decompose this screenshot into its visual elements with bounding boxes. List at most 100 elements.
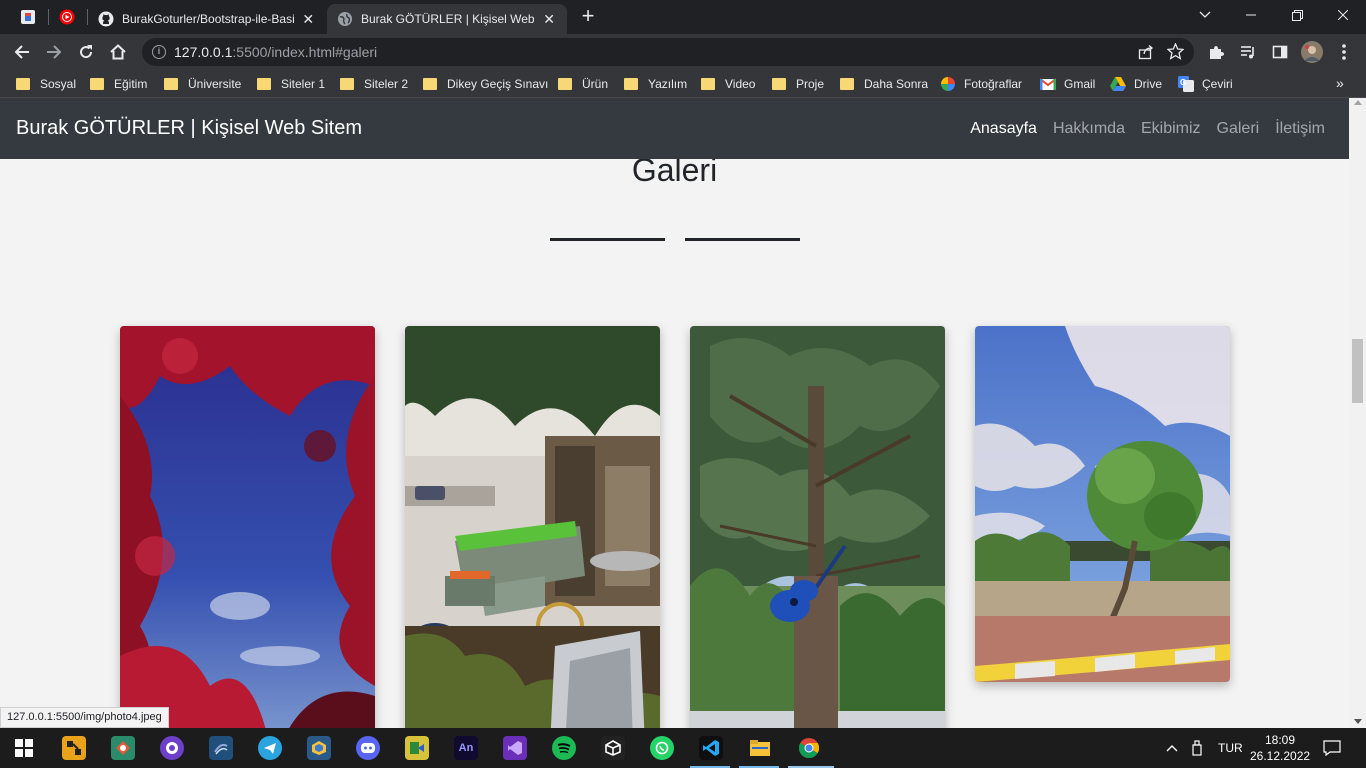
restore-icon bbox=[1291, 9, 1303, 21]
pinned-tab-1[interactable] bbox=[16, 6, 40, 28]
file-explorer-icon[interactable] bbox=[748, 736, 772, 760]
scroll-thumb[interactable] bbox=[1352, 339, 1363, 403]
back-button[interactable] bbox=[8, 38, 36, 66]
visual-studio-icon[interactable] bbox=[503, 736, 527, 760]
bookmark-fotograflar[interactable]: Fotoğraflar bbox=[940, 76, 1022, 92]
close-icon[interactable]: ✕ bbox=[301, 11, 317, 28]
bookmark-folder-egitim[interactable]: Eğitim bbox=[90, 76, 147, 92]
tab-github[interactable]: BurakGoturler/Bootstrap-ile-Basit-Kişise… bbox=[88, 4, 326, 34]
bookmark-gmail[interactable]: Gmail bbox=[1040, 76, 1095, 92]
notification-center-button[interactable] bbox=[1323, 728, 1341, 768]
svg-text:G: G bbox=[1180, 78, 1186, 87]
bookmarks-bar: Sosyal Eğitim Üniversite Siteler 1 Sitel… bbox=[0, 70, 1366, 98]
tab-search-button[interactable] bbox=[1182, 0, 1228, 30]
bookmark-folder-dikey-gecis[interactable]: Dikey Geçiş Sınavı bbox=[423, 76, 548, 92]
bookmark-folder-proje[interactable]: Proje bbox=[772, 76, 824, 92]
page-scrollbar[interactable] bbox=[1349, 98, 1366, 728]
profile-button[interactable] bbox=[1298, 38, 1326, 66]
chrome-icon[interactable] bbox=[797, 736, 821, 760]
visual-paradigm-icon[interactable] bbox=[62, 736, 86, 760]
bookmark-folder-sosyal[interactable]: Sosyal bbox=[16, 76, 76, 92]
new-tab-button[interactable]: + bbox=[576, 5, 600, 29]
tab-personal-site[interactable]: Burak GÖTÜRLER | Kişisel Web Sitem ✕ bbox=[327, 4, 567, 34]
taskbar-clock[interactable]: 18:09 26.12.2022 bbox=[1250, 732, 1310, 764]
gallery-photo-tree-sky[interactable] bbox=[975, 326, 1230, 682]
reload-button[interactable] bbox=[72, 38, 100, 66]
url-text: 127.0.0.1:5500/index.html#galeri bbox=[174, 44, 378, 60]
arrow-left-icon bbox=[14, 45, 29, 59]
pinned-tab-2[interactable] bbox=[55, 6, 79, 28]
media-control-button[interactable] bbox=[1234, 38, 1262, 66]
gallery-photo-pine-guitar[interactable] bbox=[690, 326, 945, 728]
folder-icon bbox=[164, 78, 178, 90]
spotify-icon[interactable] bbox=[552, 736, 576, 760]
winscp-icon[interactable] bbox=[405, 736, 429, 760]
address-bar[interactable]: i 127.0.0.1:5500/index.html#galeri bbox=[142, 38, 1194, 66]
folder-icon bbox=[340, 78, 354, 90]
unity-icon[interactable] bbox=[601, 736, 625, 760]
title-divider-left bbox=[550, 238, 665, 241]
tab-title: Burak GÖTÜRLER | Kişisel Web Sitem bbox=[361, 12, 535, 26]
tray-overflow-button[interactable] bbox=[1166, 728, 1178, 768]
site-brand[interactable]: Burak GÖTÜRLER | Kişisel Web Sitem bbox=[16, 117, 362, 140]
site-info-icon[interactable]: i bbox=[152, 45, 166, 59]
bookmark-ceviri[interactable]: G Çeviri bbox=[1178, 76, 1233, 92]
bookmark-folder-siteler-1[interactable]: Siteler 1 bbox=[257, 76, 325, 92]
more-vert-icon bbox=[1342, 44, 1346, 60]
bookmark-star-icon[interactable] bbox=[1166, 42, 1185, 65]
notification-icon bbox=[1323, 740, 1341, 756]
bookmark-folder-universite[interactable]: Üniversite bbox=[164, 76, 241, 92]
tab-title: BurakGoturler/Bootstrap-ile-Basit-Kişise… bbox=[122, 12, 295, 26]
scroll-up-arrow-icon[interactable] bbox=[1354, 100, 1362, 105]
gitkraken-icon[interactable] bbox=[111, 736, 135, 760]
bookmark-folder-urun[interactable]: Ürün bbox=[558, 76, 608, 92]
bookmark-drive[interactable]: Drive bbox=[1110, 76, 1162, 92]
close-window-button[interactable] bbox=[1320, 0, 1366, 30]
telegram-icon[interactable] bbox=[258, 736, 282, 760]
close-icon[interactable]: ✕ bbox=[541, 11, 557, 28]
extensions-button[interactable] bbox=[1202, 38, 1230, 66]
whatsapp-icon[interactable] bbox=[650, 736, 674, 760]
folder-icon bbox=[624, 78, 638, 90]
scroll-down-arrow-icon[interactable] bbox=[1354, 719, 1362, 724]
bookmark-folder-daha-sonra[interactable]: Daha Sonra bbox=[840, 76, 928, 92]
nav-link-iletisim[interactable]: İletişim bbox=[1275, 120, 1325, 138]
chevron-down-icon bbox=[1199, 11, 1211, 18]
nav-link-hakkimda[interactable]: Hakkımda bbox=[1053, 120, 1125, 138]
folder-icon bbox=[558, 78, 572, 90]
virtualbox-icon[interactable] bbox=[307, 736, 331, 760]
github-desktop-icon[interactable] bbox=[160, 736, 184, 760]
start-button[interactable] bbox=[12, 736, 36, 760]
bookmarks-overflow-button[interactable]: » bbox=[1336, 75, 1344, 91]
folder-icon bbox=[16, 78, 30, 90]
bookmark-folder-siteler-2[interactable]: Siteler 2 bbox=[340, 76, 408, 92]
animate-icon[interactable]: An bbox=[454, 736, 478, 760]
google-translate-icon: G bbox=[1178, 76, 1194, 92]
home-button[interactable] bbox=[104, 38, 132, 66]
gallery-photo-garden-cart[interactable] bbox=[405, 326, 660, 728]
forward-button[interactable] bbox=[40, 38, 68, 66]
nav-link-anasayfa[interactable]: Anasayfa bbox=[970, 120, 1037, 138]
folder-icon bbox=[840, 78, 854, 90]
minimize-button[interactable] bbox=[1228, 0, 1274, 30]
gallery-photo-red-leaves[interactable] bbox=[120, 326, 375, 728]
github-icon bbox=[98, 11, 114, 27]
chevron-up-icon bbox=[1166, 745, 1178, 752]
clock-time: 18:09 bbox=[1264, 733, 1296, 747]
globe-icon bbox=[337, 11, 353, 27]
restore-button[interactable] bbox=[1274, 0, 1320, 30]
vscode-icon[interactable] bbox=[699, 736, 723, 760]
clock-date: 26.12.2022 bbox=[1250, 749, 1311, 763]
sql-server-icon[interactable] bbox=[209, 736, 233, 760]
share-icon[interactable] bbox=[1138, 44, 1154, 65]
bookmark-folder-yazilim[interactable]: Yazılım bbox=[624, 76, 687, 92]
input-language-indicator[interactable]: TUR bbox=[1218, 728, 1243, 768]
side-panel-button[interactable] bbox=[1266, 38, 1294, 66]
arrow-right-icon bbox=[47, 45, 62, 59]
bookmark-folder-video[interactable]: Video bbox=[701, 76, 755, 92]
nav-link-ekibimiz[interactable]: Ekibimiz bbox=[1141, 120, 1201, 138]
discord-icon[interactable] bbox=[356, 736, 380, 760]
usb-device-icon[interactable] bbox=[1192, 728, 1202, 768]
chrome-menu-button[interactable] bbox=[1330, 38, 1358, 66]
nav-link-galeri[interactable]: Galeri bbox=[1217, 120, 1260, 138]
